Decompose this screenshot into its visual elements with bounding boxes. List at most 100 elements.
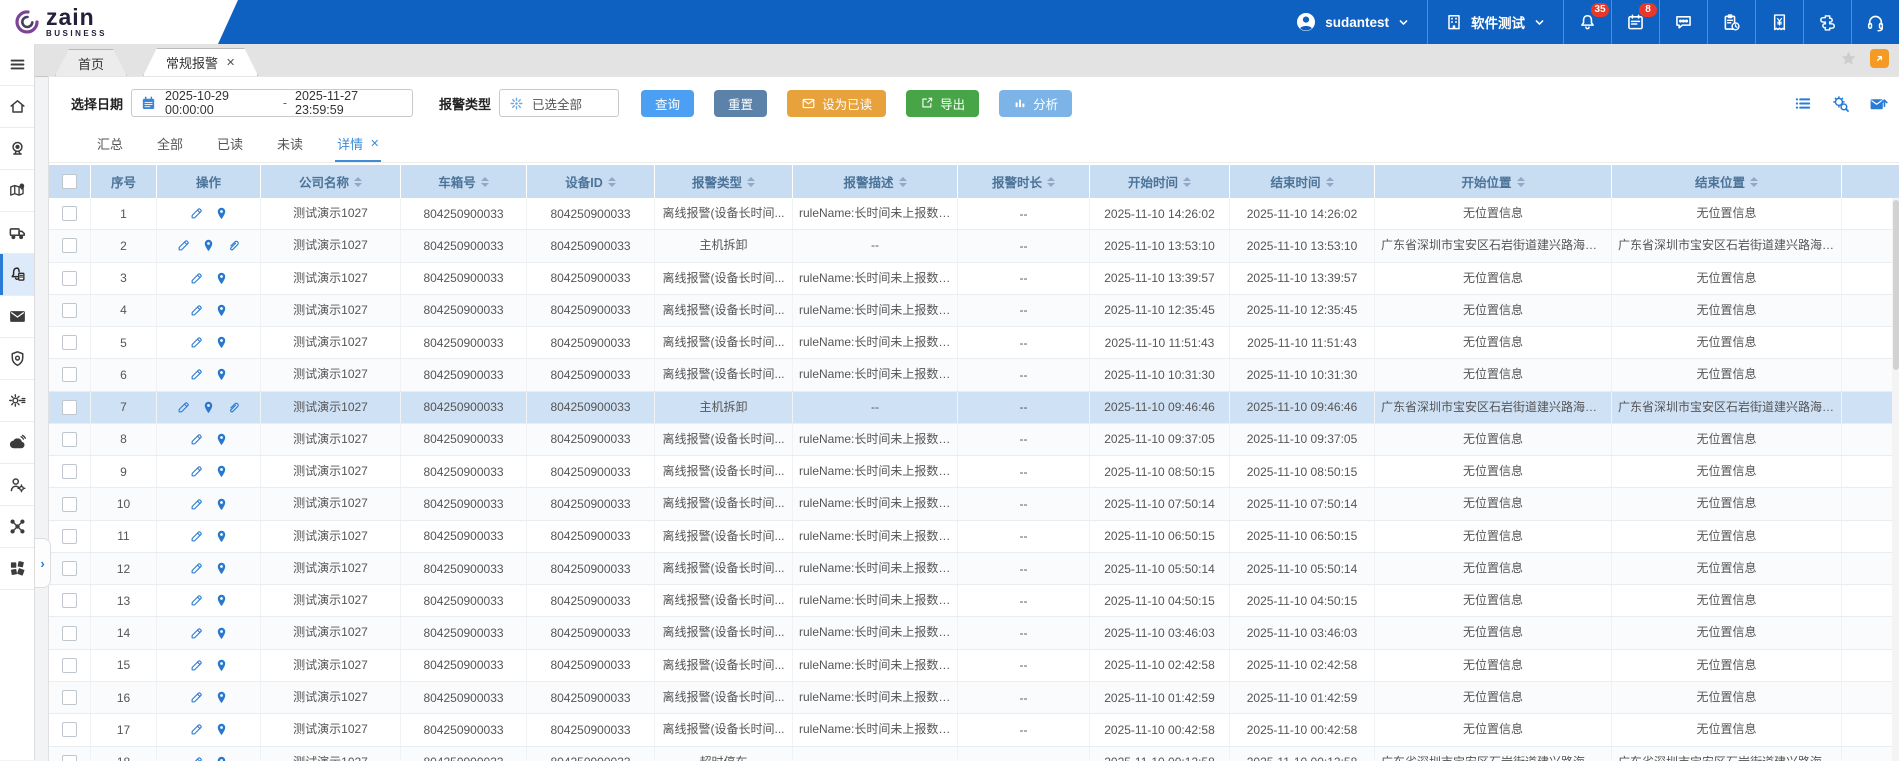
clipboard-clock-button[interactable] — [1707, 0, 1755, 44]
row-checkbox[interactable] — [62, 400, 77, 415]
subtab-汇总[interactable]: 汇总 — [95, 134, 125, 162]
sidebar-item-map-pin[interactable] — [0, 170, 34, 212]
table-row[interactable]: 10测试演示1027804250900033804250900033离线报警(设… — [49, 488, 1899, 520]
query-button[interactable]: 查询 — [641, 90, 694, 117]
row-checkbox[interactable] — [62, 561, 77, 576]
export-button[interactable]: 导出 — [906, 90, 979, 117]
column-header-duration[interactable]: 报警时长 — [958, 165, 1090, 198]
table-row[interactable]: 11测试演示1027804250900033804250900033离线报警(设… — [49, 521, 1899, 553]
close-icon[interactable]: ✕ — [370, 137, 379, 150]
table-row[interactable]: 15测试演示1027804250900033804250900033离线报警(设… — [49, 650, 1899, 682]
row-checkbox[interactable] — [62, 271, 77, 286]
row-checkbox[interactable] — [62, 206, 77, 221]
edit-icon[interactable] — [189, 335, 204, 350]
edit-icon[interactable] — [189, 593, 204, 608]
clip-icon[interactable] — [226, 400, 241, 415]
column-header-start_pos[interactable]: 开始位置 — [1375, 165, 1612, 198]
sort-icon[interactable] — [354, 177, 362, 187]
pin-icon[interactable] — [214, 593, 229, 608]
sidebar-item-gear-list[interactable] — [0, 380, 34, 422]
clip-icon[interactable] — [226, 238, 241, 253]
pin-icon[interactable] — [214, 335, 229, 350]
edit-icon[interactable] — [189, 561, 204, 576]
subtab-未读[interactable]: 未读 — [275, 134, 305, 162]
table-row[interactable]: 1测试演示1027804250900033804250900033离线报警(设备… — [49, 198, 1899, 230]
pin-icon[interactable] — [214, 271, 229, 286]
edit-icon[interactable] — [189, 367, 204, 382]
column-header-end[interactable]: 结束时间 — [1230, 165, 1375, 198]
sidebar-item-monitor[interactable] — [0, 128, 34, 170]
mark-read-button[interactable]: 设为已读 — [787, 90, 886, 117]
puzzle-button[interactable] — [1803, 0, 1851, 44]
vertical-scrollbar[interactable] — [1892, 198, 1899, 761]
table-row[interactable]: 4测试演示1027804250900033804250900033离线报警(设备… — [49, 295, 1899, 327]
row-checkbox[interactable] — [62, 464, 77, 479]
edit-icon[interactable] — [189, 626, 204, 641]
table-row[interactable]: 14测试演示1027804250900033804250900033离线报警(设… — [49, 617, 1899, 649]
sort-icon[interactable] — [481, 177, 489, 187]
user-menu[interactable]: sudantest — [1278, 0, 1427, 44]
sidebar-item-shield[interactable] — [0, 338, 34, 380]
sort-icon[interactable] — [1047, 177, 1055, 187]
pin-icon[interactable] — [214, 755, 229, 761]
pin-icon[interactable] — [214, 529, 229, 544]
chat-button[interactable] — [1659, 0, 1707, 44]
sidebar-item-home[interactable] — [0, 86, 34, 128]
table-row[interactable]: 3测试演示1027804250900033804250900033离线报警(设备… — [49, 263, 1899, 295]
sort-icon[interactable] — [747, 177, 755, 187]
edit-icon[interactable] — [189, 432, 204, 447]
org-menu[interactable]: 软件测试 — [1427, 0, 1563, 44]
guide-icon[interactable] — [1870, 49, 1889, 68]
row-checkbox[interactable] — [62, 367, 77, 382]
row-checkbox[interactable] — [62, 335, 77, 350]
table-row[interactable]: 2测试演示1027804250900033804250900033主机拆卸---… — [49, 230, 1899, 262]
table-row[interactable]: 8测试演示1027804250900033804250900033离线报警(设备… — [49, 424, 1899, 456]
subtab-已读[interactable]: 已读 — [215, 134, 245, 162]
table-row[interactable]: 5测试演示1027804250900033804250900033离线报警(设备… — [49, 327, 1899, 359]
edit-icon[interactable] — [176, 400, 191, 415]
star-icon[interactable] — [1839, 49, 1858, 68]
sidebar-item-vehicle[interactable] — [0, 212, 34, 254]
pin-icon[interactable] — [214, 464, 229, 479]
date-range-input[interactable]: 2025-10-29 00:00:00 - 2025-11-27 23:59:5… — [131, 89, 413, 117]
table-row[interactable]: 18测试演示1027804250900033804250900033超时停车--… — [49, 747, 1899, 761]
table-row[interactable]: 12测试演示1027804250900033804250900033离线报警(设… — [49, 553, 1899, 585]
row-checkbox[interactable] — [62, 529, 77, 544]
edit-icon[interactable] — [189, 497, 204, 512]
alarm-type-select[interactable]: 已选全部 — [499, 89, 619, 117]
tab-home[interactable]: 首页 — [55, 49, 127, 76]
pin-icon[interactable] — [214, 690, 229, 705]
column-header-type[interactable]: 报警类型 — [655, 165, 793, 198]
receipt-yen-button[interactable] — [1755, 0, 1803, 44]
scrollbar-thumb[interactable] — [1893, 200, 1899, 370]
sort-icon[interactable] — [1517, 177, 1525, 187]
edit-icon[interactable] — [189, 464, 204, 479]
pin-icon[interactable] — [214, 206, 229, 221]
calendar-note-button[interactable]: 8 — [1611, 0, 1659, 44]
edit-icon[interactable] — [189, 755, 204, 761]
pin-icon[interactable] — [214, 497, 229, 512]
row-checkbox[interactable] — [62, 755, 77, 761]
pin-icon[interactable] — [214, 722, 229, 737]
edit-icon[interactable] — [189, 206, 204, 221]
bell-button[interactable]: 35 — [1563, 0, 1611, 44]
table-row[interactable]: 13测试演示1027804250900033804250900033离线报警(设… — [49, 585, 1899, 617]
row-checkbox[interactable] — [62, 690, 77, 705]
table-row[interactable]: 9测试演示1027804250900033804250900033离线报警(设备… — [49, 456, 1899, 488]
analyze-button[interactable]: 分析 — [999, 90, 1072, 117]
column-header-end_pos[interactable]: 结束位置 — [1612, 165, 1842, 198]
column-header-start[interactable]: 开始时间 — [1090, 165, 1230, 198]
sidebar-item-mail[interactable] — [0, 296, 34, 338]
subtab-全部[interactable]: 全部 — [155, 134, 185, 162]
sidebar-item-alarm-doc[interactable] — [0, 254, 34, 296]
row-checkbox[interactable] — [62, 626, 77, 641]
reset-button[interactable]: 重置 — [714, 90, 767, 117]
sort-icon[interactable] — [1326, 177, 1334, 187]
mail-export-icon[interactable] — [1869, 94, 1888, 113]
expand-flap[interactable]: › — [35, 538, 51, 588]
edit-icon[interactable] — [176, 238, 191, 253]
sidebar-item-cloud-signal[interactable] — [0, 422, 34, 464]
row-checkbox[interactable] — [62, 658, 77, 673]
sort-icon[interactable] — [1750, 177, 1758, 187]
row-checkbox[interactable] — [62, 238, 77, 253]
